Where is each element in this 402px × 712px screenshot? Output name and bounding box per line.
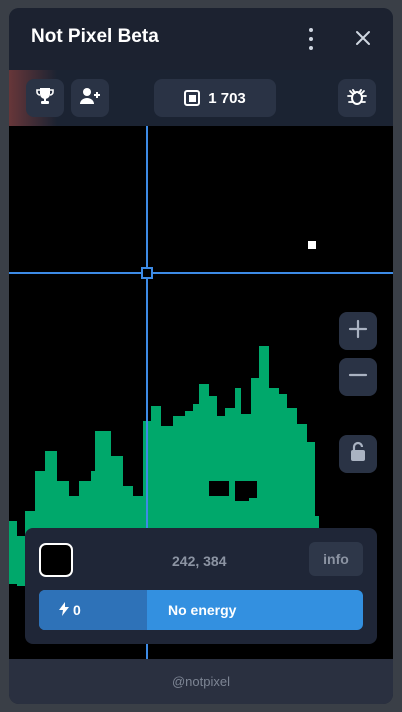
leaderboard-button[interactable]	[26, 79, 64, 117]
selected-pixel-marker	[141, 267, 153, 279]
lightning-icon	[59, 601, 69, 619]
paint-button[interactable]: 0 No energy	[39, 590, 363, 630]
pixel-balance[interactable]: 1 703	[154, 79, 276, 117]
title-bar: Not Pixel Beta	[9, 8, 393, 70]
zoom-in-button[interactable]	[339, 312, 377, 350]
info-button[interactable]: info	[309, 542, 363, 576]
unlock-icon	[349, 441, 367, 468]
pixel-balance-value: 1 703	[208, 89, 246, 107]
invite-friends-button[interactable]	[71, 79, 109, 117]
close-icon[interactable]	[352, 27, 374, 49]
minus-icon	[348, 365, 368, 390]
pixel-icon	[184, 90, 201, 106]
footer-handle: @notpixel	[171, 674, 230, 689]
toolbar: 1 703	[9, 70, 393, 126]
footer: @notpixel	[9, 659, 393, 704]
window-title: Not Pixel Beta	[31, 26, 159, 47]
pixel-coordinates: 242, 384	[172, 553, 227, 569]
energy-value: 0	[73, 602, 81, 618]
energy-counter: 0	[39, 590, 147, 630]
bug-icon	[346, 85, 368, 112]
lock-button[interactable]	[339, 435, 377, 473]
zoom-out-button[interactable]	[339, 358, 377, 396]
report-bug-button[interactable]	[338, 79, 376, 117]
white-pixel	[308, 241, 316, 249]
trophy-icon	[35, 86, 55, 111]
more-options-icon[interactable]	[303, 28, 319, 50]
energy-status: No energy	[168, 602, 237, 618]
crosshair-horizontal	[9, 272, 393, 274]
app-window: Not Pixel Beta 1 703 242, 384 info 0 No …	[9, 8, 393, 704]
add-user-icon	[79, 86, 101, 111]
plus-icon	[348, 319, 368, 344]
pixel-info-panel: 242, 384 info 0 No energy	[25, 528, 377, 644]
selected-color-swatch[interactable]	[39, 543, 73, 577]
